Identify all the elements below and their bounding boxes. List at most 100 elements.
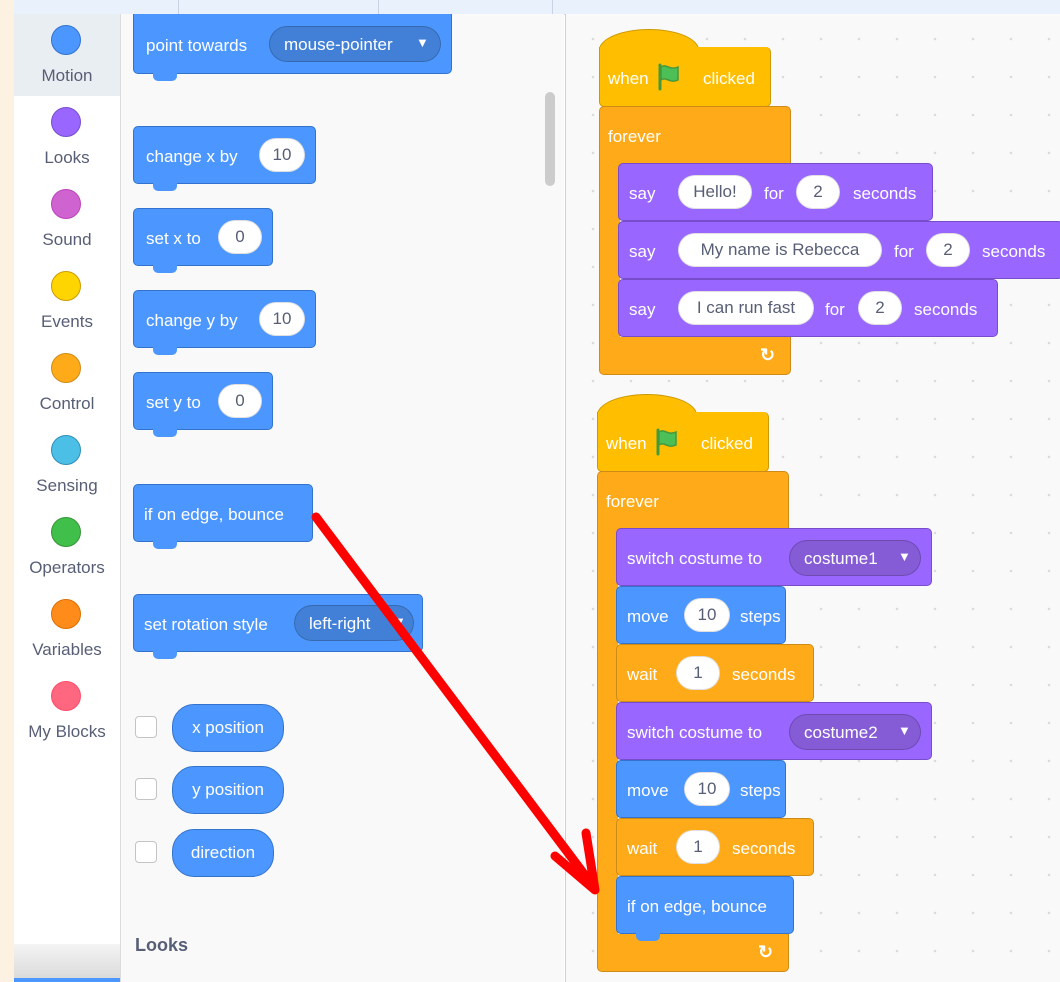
block-label: if on edge, bounce bbox=[627, 897, 767, 916]
category-events[interactable]: Events bbox=[14, 260, 120, 342]
block-label: set y to bbox=[146, 393, 201, 412]
switch-costume-block[interactable]: switch costume to costume1 ▼ bbox=[616, 528, 932, 586]
category-my-blocks[interactable]: My Blocks bbox=[14, 670, 120, 752]
set-x-block[interactable]: set x to 0 bbox=[133, 208, 273, 266]
change-x-block[interactable]: change x by 10 bbox=[133, 126, 316, 184]
forever-block[interactable]: forever bbox=[599, 106, 791, 164]
forever-block[interactable]: forever bbox=[597, 471, 789, 529]
forever-footer: ↻ bbox=[597, 934, 789, 972]
block-label: when bbox=[606, 434, 647, 453]
block-label: steps bbox=[740, 781, 781, 800]
block-label: forever bbox=[606, 492, 659, 511]
green-flag-icon bbox=[656, 63, 682, 96]
block-label: switch costume to bbox=[627, 549, 763, 568]
say-text-input[interactable]: I can run fast bbox=[678, 291, 814, 325]
when-flag-clicked-block[interactable]: when clicked bbox=[599, 47, 771, 107]
chevron-down-icon: ▼ bbox=[416, 35, 429, 50]
tab-sounds[interactable] bbox=[378, 0, 553, 14]
scratch-editor: Motion Looks Sound Events Control Sensin… bbox=[14, 0, 1060, 982]
move-steps-input[interactable]: 10 bbox=[684, 772, 730, 806]
x-position-checkbox[interactable] bbox=[135, 716, 157, 738]
block-label: say bbox=[629, 300, 656, 319]
motion-dot-icon bbox=[51, 25, 81, 55]
say-text-input[interactable]: My name is Rebecca bbox=[678, 233, 882, 267]
move-steps-block[interactable]: move 10 steps bbox=[616, 760, 786, 818]
wait-secs-block[interactable]: wait 1 seconds bbox=[616, 818, 814, 876]
category-sensing[interactable]: Sensing bbox=[14, 424, 120, 506]
switch-costume-block[interactable]: switch costume to costume2 ▼ bbox=[616, 702, 932, 760]
sound-dot-icon bbox=[51, 189, 81, 219]
tab-costumes[interactable] bbox=[178, 0, 379, 14]
say-for-secs-block[interactable]: say Hello! for 2 seconds bbox=[618, 163, 933, 221]
set-y-input[interactable]: 0 bbox=[218, 384, 262, 418]
move-steps-block[interactable]: move 10 steps bbox=[616, 586, 786, 644]
block-label: steps bbox=[740, 607, 781, 626]
block-label: wait bbox=[627, 665, 658, 684]
costume-dropdown[interactable]: costume1 ▼ bbox=[789, 540, 921, 576]
y-position-reporter[interactable]: y position bbox=[172, 766, 284, 814]
say-text-input[interactable]: Hello! bbox=[678, 175, 752, 209]
loop-arrow-icon: ↻ bbox=[758, 942, 774, 962]
wait-secs-input[interactable]: 1 bbox=[676, 830, 720, 864]
block-label: say bbox=[629, 184, 656, 203]
block-label: change x by bbox=[146, 147, 238, 166]
block-notch bbox=[153, 541, 177, 549]
dropdown-value: costume2 bbox=[804, 723, 878, 742]
change-x-input[interactable]: 10 bbox=[259, 138, 305, 172]
costume-dropdown[interactable]: costume2 ▼ bbox=[789, 714, 921, 750]
say-for-secs-block[interactable]: say My name is Rebecca for 2 seconds bbox=[618, 221, 1060, 279]
category-looks[interactable]: Looks bbox=[14, 96, 120, 178]
category-label: My Blocks bbox=[28, 722, 106, 741]
category-sound[interactable]: Sound bbox=[14, 178, 120, 260]
extension-button[interactable] bbox=[14, 978, 120, 982]
category-variables[interactable]: Variables bbox=[14, 588, 120, 670]
block-label: seconds bbox=[914, 300, 978, 319]
sensing-dot-icon bbox=[51, 435, 81, 465]
rotation-style-dropdown[interactable]: left-right ▼ bbox=[294, 605, 414, 641]
wait-secs-input[interactable]: 1 bbox=[676, 656, 720, 690]
y-position-checkbox[interactable] bbox=[135, 778, 157, 800]
wait-secs-block[interactable]: wait 1 seconds bbox=[616, 644, 814, 702]
block-label: seconds bbox=[982, 242, 1046, 261]
point-towards-block[interactable]: point towards mouse-pointer ▼ bbox=[133, 14, 452, 74]
point-towards-dropdown[interactable]: mouse-pointer ▼ bbox=[269, 26, 441, 62]
bounce-block[interactable]: if on edge, bounce bbox=[616, 876, 794, 934]
set-x-input[interactable]: 0 bbox=[218, 220, 262, 254]
change-y-block[interactable]: change y by 10 bbox=[133, 290, 316, 348]
bounce-block[interactable]: if on edge, bounce bbox=[133, 484, 313, 542]
move-steps-input[interactable]: 10 bbox=[684, 598, 730, 632]
block-label: switch costume to bbox=[627, 723, 763, 742]
set-rotation-style-block[interactable]: set rotation style left-right ▼ bbox=[133, 594, 423, 652]
block-label: for bbox=[894, 242, 914, 261]
forever-arm bbox=[599, 163, 620, 339]
direction-checkbox[interactable] bbox=[135, 841, 157, 863]
block-notch bbox=[153, 73, 177, 81]
category-control[interactable]: Control bbox=[14, 342, 120, 424]
category-operators[interactable]: Operators bbox=[14, 506, 120, 588]
x-position-reporter[interactable]: x position bbox=[172, 704, 284, 752]
block-label: change y by bbox=[146, 311, 238, 330]
chevron-down-icon: ▼ bbox=[898, 723, 911, 738]
say-secs-input[interactable]: 2 bbox=[858, 291, 902, 325]
direction-reporter[interactable]: direction bbox=[172, 829, 274, 877]
change-y-input[interactable]: 10 bbox=[259, 302, 305, 336]
chevron-down-icon: ▼ bbox=[898, 549, 911, 564]
say-secs-input[interactable]: 2 bbox=[926, 233, 970, 267]
tab-code[interactable] bbox=[14, 0, 179, 14]
category-label: Control bbox=[39, 394, 95, 413]
when-flag-clicked-block[interactable]: when clicked bbox=[597, 412, 769, 472]
block-palette: point towards mouse-pointer ▼ change x b… bbox=[121, 14, 564, 982]
forever-footer: ↻ bbox=[599, 337, 791, 375]
category-motion[interactable]: Motion bbox=[14, 14, 120, 96]
category-label: Events bbox=[41, 312, 93, 331]
set-y-block[interactable]: set y to 0 bbox=[133, 372, 273, 430]
chevron-down-icon: ▼ bbox=[393, 614, 406, 629]
dropdown-value: costume1 bbox=[804, 549, 878, 568]
dropdown-value: mouse-pointer bbox=[284, 35, 393, 54]
say-secs-input[interactable]: 2 bbox=[796, 175, 840, 209]
block-label: clicked bbox=[703, 69, 755, 88]
palette-scrollbar[interactable] bbox=[545, 92, 555, 186]
looks-dot-icon bbox=[51, 107, 81, 137]
block-label: move bbox=[627, 781, 669, 800]
say-for-secs-block[interactable]: say I can run fast for 2 seconds bbox=[618, 279, 998, 337]
